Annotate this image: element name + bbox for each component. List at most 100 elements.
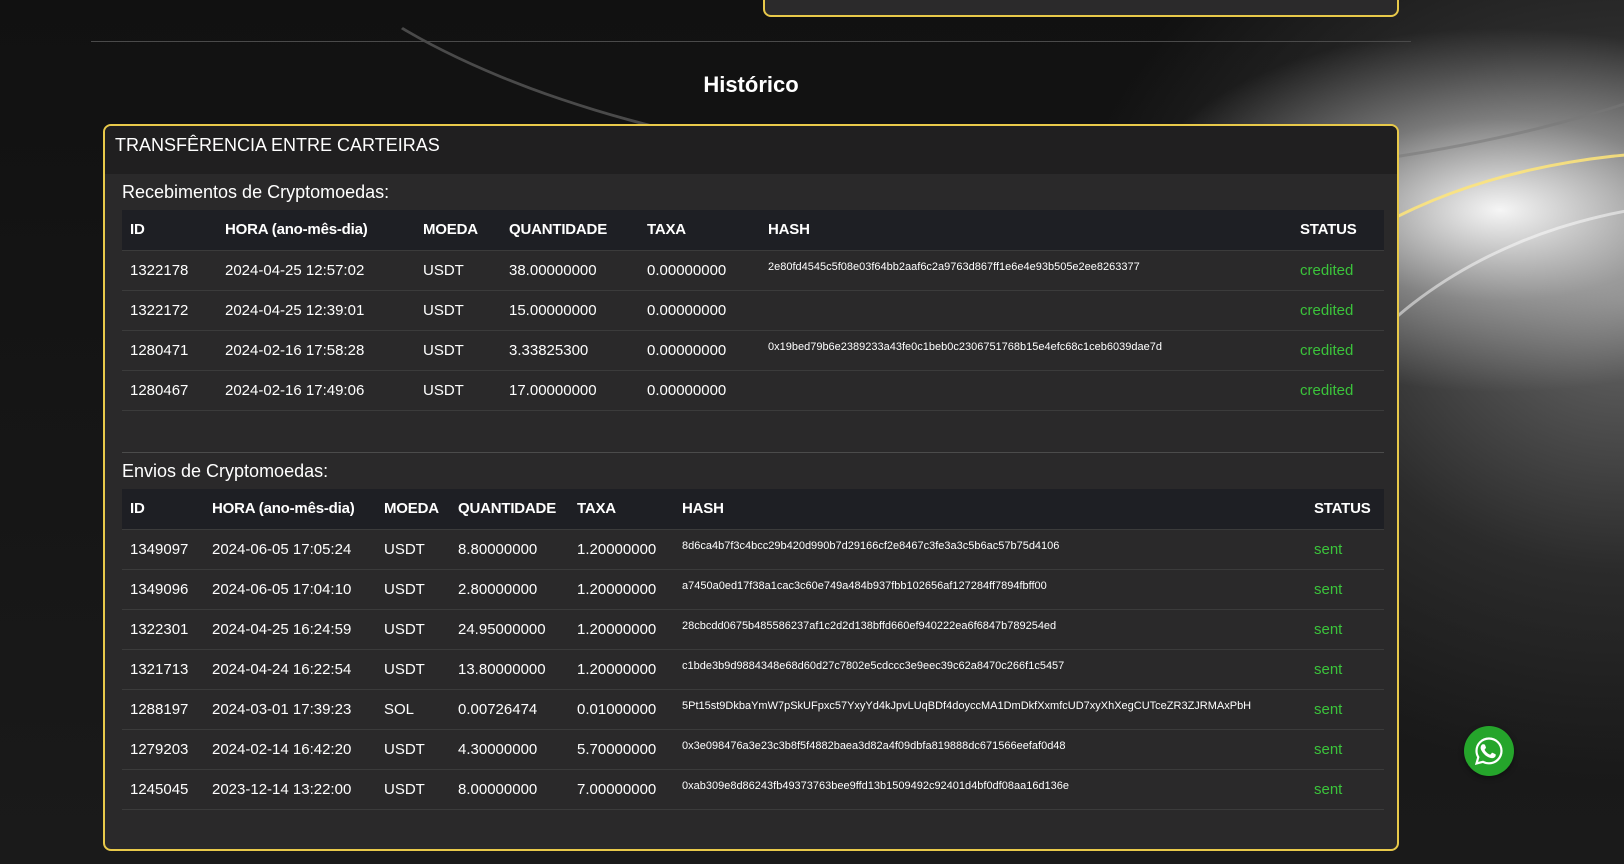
cell-hash: 5Pt15st9DkbaYmW7pSkUFpxc57YxyYd4kJpvLUqB… (674, 688, 1306, 729)
cell-amount: 24.95000000 (450, 608, 569, 649)
cell-coin: USDT (376, 728, 450, 769)
cell-fee: 0.01000000 (569, 688, 674, 729)
cell-status: credited (1292, 329, 1384, 370)
cell-status: sent (1306, 728, 1384, 769)
table-row: 1322172 2024-04-25 12:39:01 USDT 15.0000… (122, 289, 1384, 330)
cell-coin: USDT (376, 608, 450, 649)
card-header: TRANSFÊRENCIA ENTRE CARTEIRAS (105, 126, 1397, 174)
cell-amount: 17.00000000 (501, 369, 639, 411)
cell-time: 2024-02-14 16:42:20 (204, 728, 376, 769)
cell-fee: 0.00000000 (639, 249, 760, 290)
received-table: ID HORA (ano-mês-dia) MOEDA QUANTIDADE T… (122, 210, 1384, 411)
cell-amount: 8.00000000 (450, 768, 569, 810)
cell-coin: SOL (376, 688, 450, 729)
cell-amount: 0.00726474 (450, 688, 569, 729)
cell-amount: 38.00000000 (501, 249, 639, 290)
column-header-fee: TAXA (577, 500, 616, 518)
whatsapp-button[interactable] (1464, 726, 1514, 776)
column-header-id: ID (130, 221, 145, 239)
cell-amount: 2.80000000 (450, 568, 569, 609)
cell-coin: USDT (376, 648, 450, 689)
cell-fee: 1.20000000 (569, 568, 674, 609)
cell-id: 1280471 (122, 329, 217, 370)
cell-id: 1322301 (122, 608, 204, 649)
cell-status: credited (1292, 289, 1384, 330)
cell-coin: USDT (376, 568, 450, 609)
table-row: 1322301 2024-04-25 16:24:59 USDT 24.9500… (122, 608, 1384, 649)
table-row: 1349096 2024-06-05 17:04:10 USDT 2.80000… (122, 568, 1384, 609)
page-title: Histórico (703, 72, 799, 97)
cell-time: 2024-06-05 17:05:24 (204, 528, 376, 569)
table-header-row: ID HORA (ano-mês-dia) MOEDA QUANTIDADE T… (122, 489, 1384, 529)
column-header-hash: HASH (768, 221, 810, 239)
cell-id: 1321713 (122, 648, 204, 689)
cell-time: 2024-04-25 12:39:01 (217, 289, 415, 330)
divider (91, 41, 1411, 42)
table-row: 1321713 2024-04-24 16:22:54 USDT 13.8000… (122, 648, 1384, 689)
cell-status: credited (1292, 249, 1384, 290)
cell-coin: USDT (376, 768, 450, 810)
cell-status: sent (1306, 608, 1384, 649)
cell-coin: USDT (415, 329, 501, 370)
cell-hash: 8d6ca4b7f3c4bcc29b420d990b7d29166cf2e846… (674, 528, 1306, 569)
cell-id: 1322178 (122, 249, 217, 290)
cell-time: 2024-02-16 17:58:28 (217, 329, 415, 370)
cell-time: 2023-12-14 13:22:00 (204, 768, 376, 810)
cell-id: 1322172 (122, 289, 217, 330)
table-row: 1322178 2024-04-25 12:57:02 USDT 38.0000… (122, 249, 1384, 290)
cell-coin: USDT (415, 249, 501, 290)
cell-fee: 0.00000000 (639, 329, 760, 370)
cell-hash: c1bde3b9d9884348e68d60d27c7802e5cdccc3e9… (674, 648, 1306, 689)
cell-time: 2024-04-25 12:57:02 (217, 249, 415, 290)
column-header-id: ID (130, 500, 145, 518)
cell-status: sent (1306, 648, 1384, 689)
cell-id: 1349096 (122, 568, 204, 609)
column-header-status: STATUS (1300, 221, 1357, 239)
cell-time: 2024-03-01 17:39:23 (204, 688, 376, 729)
column-header-amount: QUANTIDADE (458, 500, 556, 518)
cell-fee: 0.00000000 (639, 289, 760, 330)
sent-title: Envios de Cryptomoedas: (122, 461, 329, 481)
column-header-coin: MOEDA (384, 500, 439, 518)
cell-fee: 0.00000000 (639, 369, 760, 411)
cell-hash: 0x19bed79b6e2389233a43fe0c1beb0c23067517… (760, 329, 1292, 370)
cell-id: 1349097 (122, 528, 204, 569)
table-row: 1349097 2024-06-05 17:05:24 USDT 8.80000… (122, 528, 1384, 569)
cell-amount: 4.30000000 (450, 728, 569, 769)
history-card: TRANSFÊRENCIA ENTRE CARTEIRAS Recebiment… (103, 124, 1399, 851)
cell-id: 1279203 (122, 728, 204, 769)
cell-status: sent (1306, 528, 1384, 569)
cell-id: 1245045 (122, 768, 204, 810)
column-header-coin: MOEDA (423, 221, 478, 239)
cell-status: sent (1306, 688, 1384, 729)
cell-hash (760, 289, 1292, 330)
cell-fee: 1.20000000 (569, 608, 674, 649)
column-header-status: STATUS (1314, 500, 1371, 518)
sent-table: ID HORA (ano-mês-dia) MOEDA QUANTIDADE T… (122, 489, 1384, 810)
previous-panel (763, 0, 1399, 17)
table-header-row: ID HORA (ano-mês-dia) MOEDA QUANTIDADE T… (122, 210, 1384, 250)
cell-amount: 3.33825300 (501, 329, 639, 370)
section-divider (122, 452, 1384, 453)
column-header-hash: HASH (682, 500, 724, 518)
received-section: Recebimentos de Cryptomoedas: ID HORA (a… (122, 182, 1384, 411)
cell-status: credited (1292, 369, 1384, 411)
cell-status: sent (1306, 568, 1384, 609)
cell-coin: USDT (376, 528, 450, 569)
table-row: 1288197 2024-03-01 17:39:23 SOL 0.007264… (122, 688, 1384, 729)
cell-fee: 1.20000000 (569, 528, 674, 569)
cell-amount: 13.80000000 (450, 648, 569, 689)
column-header-time: HORA (ano-mês-dia) (225, 221, 368, 239)
column-header-fee: TAXA (647, 221, 686, 239)
cell-time: 2024-02-16 17:49:06 (217, 369, 415, 411)
table-row: 1280467 2024-02-16 17:49:06 USDT 17.0000… (122, 369, 1384, 411)
column-header-time: HORA (ano-mês-dia) (212, 500, 355, 518)
sent-section: Envios de Cryptomoedas: ID HORA (ano-mês… (122, 461, 1384, 810)
cell-fee: 1.20000000 (569, 648, 674, 689)
cell-id: 1288197 (122, 688, 204, 729)
cell-status: sent (1306, 768, 1384, 810)
cell-hash: a7450a0ed17f38a1cac3c60e749a484b937fbb10… (674, 568, 1306, 609)
table-row: 1245045 2023-12-14 13:22:00 USDT 8.00000… (122, 768, 1384, 810)
whatsapp-icon (1474, 737, 1503, 766)
cell-time: 2024-04-24 16:22:54 (204, 648, 376, 689)
